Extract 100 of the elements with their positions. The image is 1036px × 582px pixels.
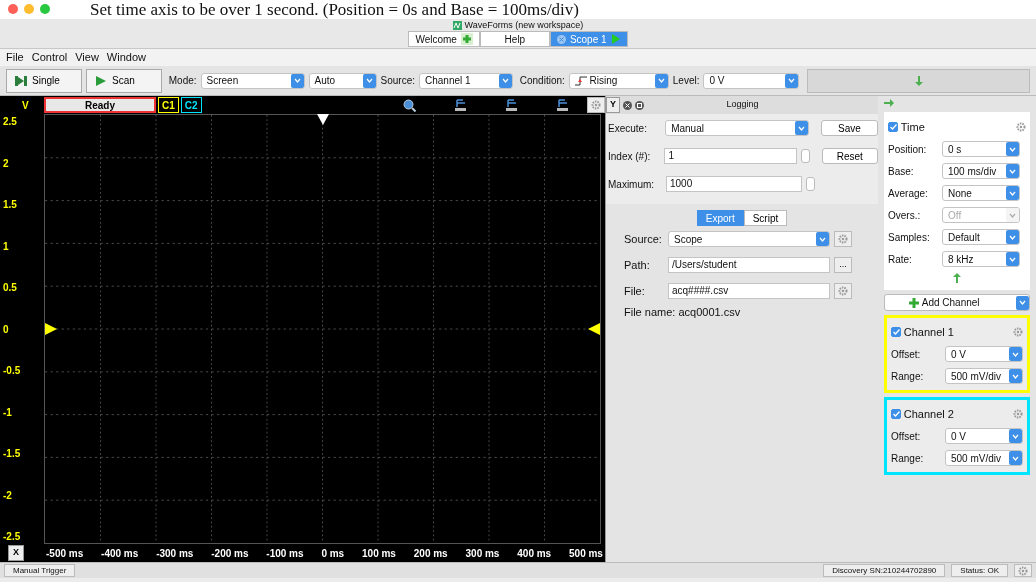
settings-button[interactable] <box>834 283 852 299</box>
field-label: Range: <box>891 369 925 384</box>
apply-level-button[interactable] <box>807 68 1030 93</box>
axis-label: -2 <box>3 488 13 503</box>
level-label: Level: <box>672 74 700 88</box>
field-label: Path: <box>624 257 651 273</box>
axis-label: 500 ms <box>569 546 603 561</box>
mode-dropdown[interactable]: Screen <box>200 72 305 89</box>
y-axis-button[interactable]: Y <box>606 97 620 113</box>
axis-label: -1 <box>3 405 13 420</box>
menu-item[interactable]: View <box>75 49 99 66</box>
offset-marker-icon <box>45 323 57 335</box>
dropdown[interactable]: 500 mV/div <box>945 450 1023 466</box>
check-icon <box>892 329 900 335</box>
menu-item[interactable]: File <box>6 49 24 66</box>
dropdown[interactable]: 0 V <box>945 346 1023 362</box>
dropdown[interactable]: 8 kHz <box>942 251 1020 267</box>
path-field[interactable]: /Users/student <box>668 257 830 273</box>
channel-toggle[interactable]: C1 <box>158 97 179 113</box>
arrow-icon <box>913 75 924 86</box>
field-label: Offset: <box>891 347 922 362</box>
reset-button[interactable]: Reset <box>821 148 878 164</box>
maximum-field[interactable]: 1000 <box>666 176 802 192</box>
rising-edge-icon <box>574 75 587 86</box>
checkbox[interactable] <box>891 327 901 337</box>
field-label: Base: <box>888 164 915 179</box>
tab[interactable]: Help <box>479 31 550 47</box>
section-label: Channel 2 <box>903 406 954 422</box>
axis-label: 0 <box>3 322 10 337</box>
dropdown[interactable]: Default <box>942 229 1020 245</box>
channel-toggle[interactable]: C2 <box>180 97 202 113</box>
index-field[interactable]: 1 <box>664 148 797 164</box>
field-label: Source: <box>624 231 663 247</box>
checkbox[interactable] <box>891 409 901 419</box>
trigger-mode-dropdown[interactable]: Auto <box>308 72 377 89</box>
menu-item[interactable]: Window <box>106 49 146 66</box>
single-button[interactable]: Single <box>6 68 82 93</box>
gear-icon <box>591 100 601 110</box>
axis-label: 0.5 <box>3 281 18 295</box>
chevron-icon <box>1012 351 1019 357</box>
arrow-icon <box>952 273 962 283</box>
save-button[interactable]: Save <box>820 120 878 136</box>
axis-label: 2.5 <box>3 115 18 129</box>
add-channel-button[interactable]: Add Channel <box>884 294 1030 311</box>
dropdown[interactable]: 100 ms/div <box>942 163 1020 179</box>
section-label: Channel 1 <box>903 324 954 340</box>
play-icon <box>95 74 107 87</box>
menu-item[interactable]: Control <box>31 49 68 66</box>
browse-button[interactable]: ... <box>834 257 852 273</box>
dropdown[interactable]: None <box>942 185 1020 201</box>
settings-button[interactable] <box>587 97 605 113</box>
field-label: Position: <box>888 142 928 157</box>
dropdown[interactable]: 500 mV/div <box>945 368 1023 384</box>
spinner-control[interactable] <box>806 177 815 191</box>
chevron-icon <box>502 78 509 83</box>
field-label: Offset: <box>891 429 922 444</box>
source-dropdown[interactable]: Scope <box>668 231 830 247</box>
axis-label: 1 <box>3 239 10 254</box>
dropdown[interactable]: 0 s <box>942 141 1020 157</box>
chevron-icon <box>1009 234 1016 240</box>
tab[interactable]: Script <box>743 210 788 226</box>
axis-label: -200 ms <box>211 546 249 561</box>
field-label: Range: <box>891 451 925 466</box>
axis-label: -400 ms <box>101 546 139 561</box>
arrow-icon <box>884 98 894 108</box>
checkbox[interactable] <box>888 122 898 132</box>
tab[interactable]: Welcome <box>408 31 480 47</box>
field-label: Average: <box>888 186 929 201</box>
chevron-icon <box>1009 146 1016 152</box>
cursor-icon <box>505 98 518 112</box>
status-text: Status: OK <box>951 564 1008 577</box>
scan-button[interactable]: Scan <box>86 68 162 93</box>
caption-text: Set time axis to be over 1 second. (Position = 0s and Base = 100ms/div) <box>90 0 579 19</box>
settings-button[interactable] <box>1014 564 1032 577</box>
field-label: Overs.: <box>888 208 922 223</box>
mode-label: Mode: <box>168 74 197 88</box>
level-dropdown[interactable]: 0 V <box>703 72 800 89</box>
plus-icon <box>909 297 919 308</box>
cursor-icon <box>556 98 569 112</box>
spinner-control[interactable] <box>800 149 810 163</box>
field-label: Execute: <box>608 121 648 136</box>
gear-icon <box>838 286 848 296</box>
chevron-icon <box>1012 373 1019 379</box>
execute-dropdown[interactable]: Manual <box>665 120 809 136</box>
axis-label: -100 ms <box>266 546 304 561</box>
source-dropdown[interactable]: Channel 1 <box>419 72 513 89</box>
condition-dropdown[interactable]: Rising <box>568 72 669 89</box>
dropdown[interactable]: 0 V <box>945 428 1023 444</box>
file-field[interactable]: acq####.csv <box>668 283 830 299</box>
x-axis-button[interactable]: X <box>8 545 24 561</box>
settings-button[interactable] <box>834 231 852 247</box>
check-icon <box>892 411 900 417</box>
cursor-icon <box>454 98 467 112</box>
status-button[interactable]: Ready <box>44 97 156 113</box>
condition-label: Condition: <box>519 74 565 88</box>
chevron-icon <box>788 78 796 83</box>
zoom-icon <box>403 98 416 112</box>
status-text: Manual Trigger <box>4 564 76 577</box>
chevron-icon <box>1009 212 1016 218</box>
chevron-icon <box>365 78 373 83</box>
